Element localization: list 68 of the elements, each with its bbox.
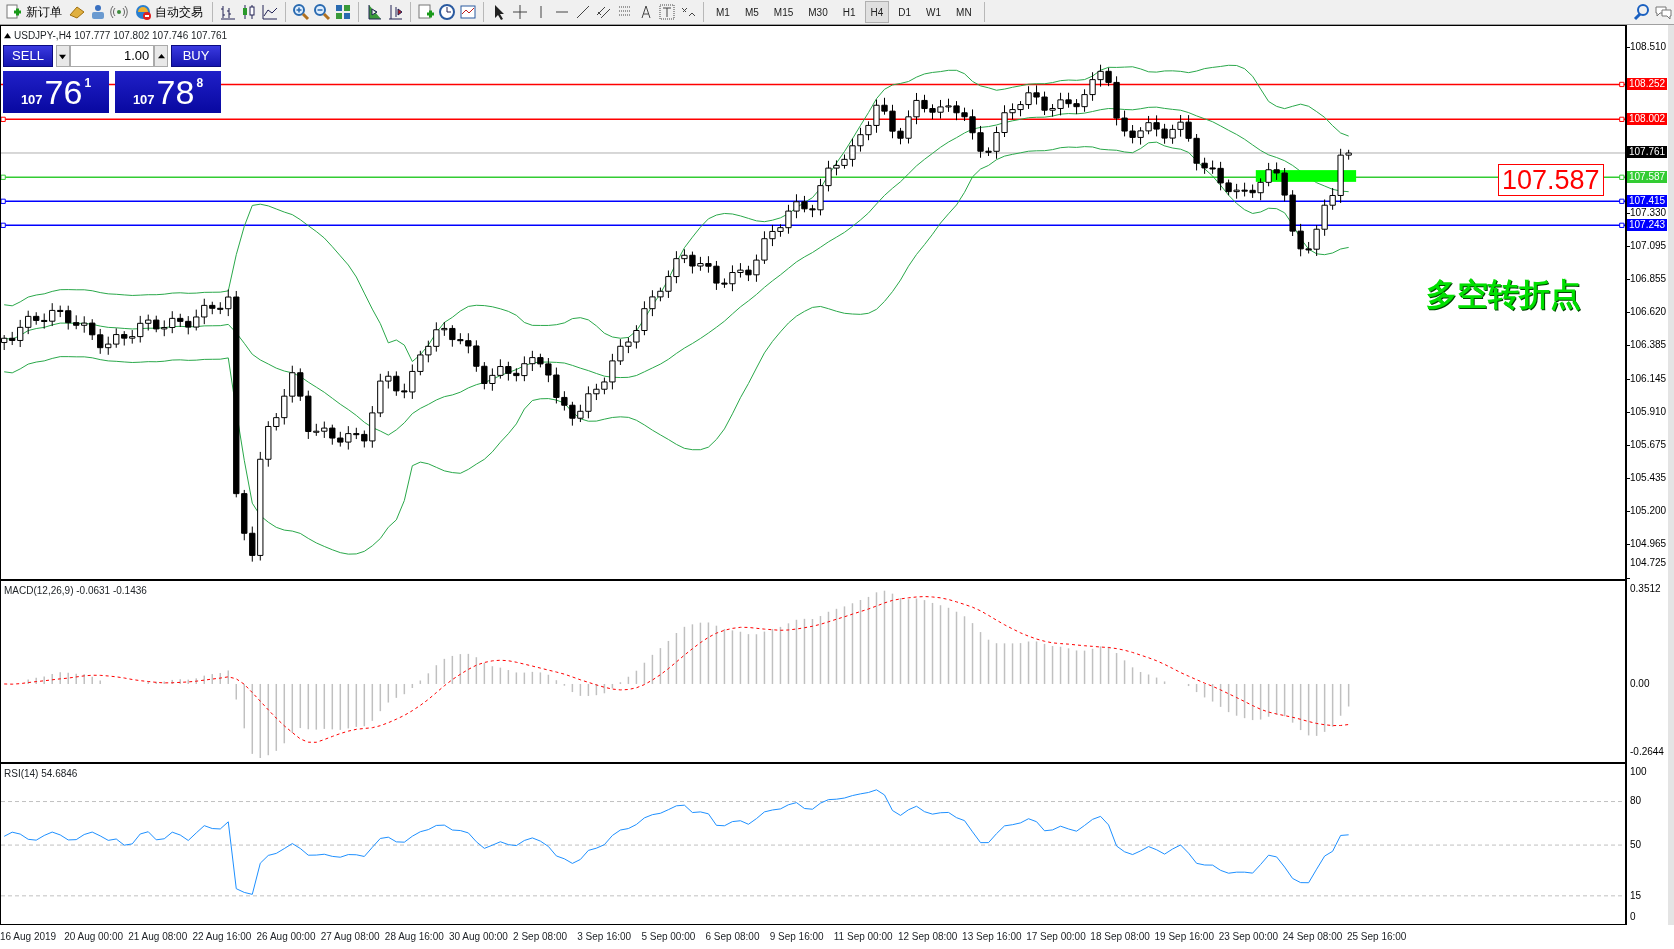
- time-label: 20 Aug 00:00: [64, 930, 124, 944]
- time-label: 13 Sep 16:00: [962, 930, 1022, 944]
- time-label: 25 Sep 16:00: [1346, 930, 1407, 944]
- axis-label: 104.725: [1630, 557, 1667, 570]
- axis-label: 105.910: [1630, 405, 1667, 418]
- timeframe-button[interactable]: M1: [710, 1, 736, 23]
- timeframe-button[interactable]: H1: [836, 1, 862, 23]
- axis-label: 107.095: [1630, 239, 1667, 252]
- time-label: 26 Aug 00:00: [256, 930, 316, 944]
- timeframe-button[interactable]: M30: [802, 1, 834, 23]
- time-label: 19 Sep 16:00: [1154, 930, 1214, 944]
- time-label: 16 Aug 2019: [0, 930, 57, 944]
- axis-label: 105.675: [1630, 438, 1667, 451]
- indicator-title: MACD(12,26,9) -0.0631 -0.1436: [4, 584, 147, 598]
- time-label: 23 Sep 00:00: [1218, 930, 1279, 944]
- axis-label: 106.385: [1630, 339, 1667, 352]
- axis-label: 105.200: [1630, 505, 1667, 518]
- price-label: 108.252: [1627, 77, 1668, 90]
- price-label: 108.002: [1627, 112, 1668, 125]
- time-label: 27 Aug 08:00: [320, 930, 380, 944]
- timeframe-button[interactable]: M5: [738, 1, 765, 23]
- axis-label: 104.965: [1630, 538, 1667, 551]
- time-label: 22 Aug 16:00: [192, 930, 252, 944]
- auto-trading-button[interactable]: 自动交易: [131, 1, 206, 23]
- timeframe-button[interactable]: MN: [950, 1, 978, 23]
- time-label: 21 Aug 08:00: [128, 930, 188, 944]
- axis-label: 107.330: [1630, 206, 1667, 219]
- price-label: 107.761: [1627, 146, 1668, 159]
- time-label: 11 Sep 00:00: [833, 930, 893, 944]
- axis-label: 80: [1630, 795, 1642, 807]
- buy-button[interactable]: BUY: [171, 45, 221, 67]
- chart-title: USDJPY-,H4 107.777 107.802 107.746 107.761: [14, 29, 228, 43]
- time-label: 3 Sep 16:00: [577, 930, 632, 944]
- axis-label: 106.145: [1630, 372, 1667, 385]
- timeframe-button[interactable]: D1: [892, 1, 918, 23]
- axis-label: 50: [1630, 839, 1642, 852]
- time-label: 9 Sep 16:00: [769, 930, 824, 944]
- lot-size-input[interactable]: 1.00: [69, 45, 155, 67]
- axis-label: 15: [1630, 890, 1642, 903]
- axis-label: 0.00: [1630, 678, 1650, 691]
- timeframe-button[interactable]: W1: [920, 1, 948, 23]
- time-label: 28 Aug 16:00: [384, 930, 444, 944]
- time-label: 17 Sep 00:00: [1026, 930, 1086, 944]
- axis-label: 100: [1630, 765, 1647, 778]
- time-label: 24 Sep 08:00: [1282, 930, 1343, 944]
- time-label: 5 Sep 00:00: [641, 930, 696, 944]
- new-order-button[interactable]: 新订单: [2, 1, 65, 23]
- time-label: 18 Sep 08:00: [1090, 930, 1150, 944]
- time-label: 12 Sep 08:00: [897, 930, 958, 944]
- axis-label: 105.435: [1630, 472, 1667, 485]
- time-label: 6 Sep 08:00: [705, 930, 760, 944]
- timeframe-button[interactable]: H4: [864, 1, 890, 23]
- axis-label: -0.2644: [1630, 746, 1664, 758]
- price-label: 107.587: [1627, 170, 1668, 183]
- indicator-title: RSI(14) 54.6846: [4, 767, 78, 781]
- axis-label: 0: [1630, 910, 1636, 923]
- price-label: 107.243: [1627, 219, 1668, 232]
- timeframe-button[interactable]: M15: [767, 1, 800, 23]
- axis-label: 0.3512: [1630, 583, 1661, 596]
- axis-label: 106.855: [1630, 273, 1667, 286]
- time-label: 30 Aug 00:00: [448, 930, 508, 944]
- price-label: 107.415: [1627, 194, 1668, 207]
- axis-label: 108.510: [1630, 41, 1667, 54]
- sell-button[interactable]: SELL: [3, 45, 53, 67]
- axis-label: 106.620: [1630, 306, 1667, 319]
- price-annotation: 107.587: [1498, 164, 1604, 196]
- chart-note: 多空转折点: [1426, 276, 1581, 314]
- time-label: 2 Sep 08:00: [513, 930, 568, 944]
